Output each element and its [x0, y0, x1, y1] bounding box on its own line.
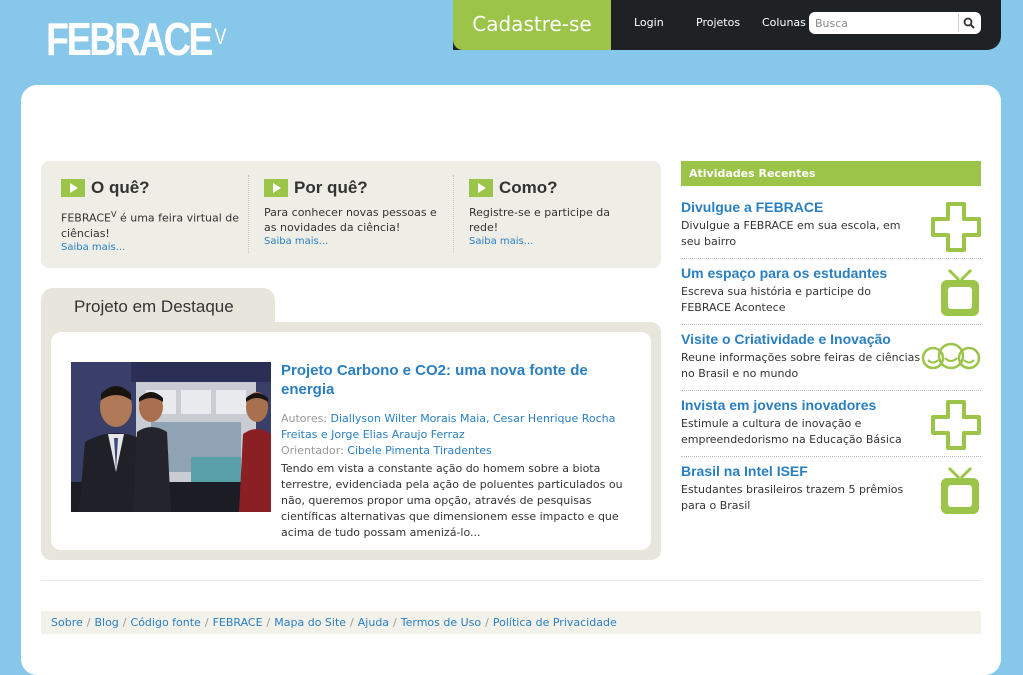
project-photo[interactable] [71, 362, 271, 512]
plus-icon [931, 202, 981, 252]
divider [453, 175, 455, 253]
activity-item: Visite o Criatividade e Inovação Reune i… [681, 330, 981, 396]
authors-link[interactable]: Diallyson Wilter Morais Maia, Cesar Henr… [281, 412, 615, 441]
separator: / [350, 616, 354, 629]
nav-colunas[interactable]: Colunas [762, 16, 806, 29]
intro-what-more-link[interactable]: Saiba mais... [61, 241, 241, 255]
separator: / [485, 616, 489, 629]
nav-projetos[interactable]: Projetos [696, 16, 740, 29]
recent-activities: Atividades Recentes Divulgue a FEBRACE D… [681, 161, 981, 514]
plus-icon [931, 400, 981, 450]
search-input[interactable] [815, 15, 955, 31]
featured-card: Projeto Carbono e CO2: uma nova fonte de… [51, 332, 651, 550]
activity-desc: Estimule a cultura de inovação e empreen… [681, 417, 902, 446]
play-icon [264, 179, 288, 197]
play-icon [469, 179, 493, 197]
intro-box: O quê? FEBRACEV é uma feira virtual de c… [41, 161, 661, 268]
separator: / [393, 616, 397, 629]
activity-item: Um espaço para os estudantes Escreva sua… [681, 264, 981, 330]
activity-desc: Divulgue a FEBRACE em sua escola, em seu… [681, 219, 901, 248]
activity-desc: Reune informações sobre feiras de ciênci… [681, 351, 921, 380]
separator: / [266, 616, 271, 629]
activity-item: Divulgue a FEBRACE Divulgue a FEBRACE em… [681, 198, 981, 264]
separator: / [204, 616, 209, 629]
divider [681, 390, 981, 391]
divider [681, 258, 981, 259]
tv-icon [941, 268, 979, 316]
intro-how-more-link[interactable]: Saiba mais... [469, 235, 639, 249]
footer-link-mapa-do-site[interactable]: Mapa do Site [274, 616, 346, 629]
featured-tab-label: Projeto em Destaque [74, 297, 234, 316]
intro-why-more-link[interactable]: Saiba mais... [264, 235, 444, 249]
faces-icon [921, 342, 981, 370]
footer-link-sobre[interactable]: Sobre [51, 616, 83, 629]
search-button[interactable] [958, 14, 979, 32]
intro-why: Por quê? Para conhecer novas pessoas e a… [264, 177, 444, 249]
advisor-link[interactable]: Cibele Pimenta Tiradentes [347, 444, 492, 457]
featured-project-title[interactable]: Projeto Carbono e CO2: uma nova fonte de… [281, 361, 631, 399]
recent-activities-header: Atividades Recentes [681, 161, 981, 186]
intro-what-title: O quê? [91, 178, 150, 197]
footer-link-politica-de-privacidade[interactable]: Política de Privacidade [493, 616, 617, 629]
separator: / [86, 616, 91, 629]
footer-link-febrace[interactable]: FEBRACE [213, 616, 263, 629]
activity-desc: Escreva sua história e participe do FEBR… [681, 285, 872, 314]
footer-link-termos-de-uso[interactable]: Termos de Uso [401, 616, 481, 629]
footer-link-ajuda[interactable]: Ajuda [358, 616, 389, 629]
activity-title[interactable]: Um espaço para os estudantes [681, 264, 981, 282]
footer-links: Sobre / Blog / Código fonte / FEBRACE / Mapa do … [41, 611, 981, 634]
search-box [809, 12, 981, 34]
activity-desc: Estudantes brasileiros trazem 5 prêmios … [681, 483, 904, 512]
featured-description: Tendo em vista a constante ação do homem… [281, 462, 623, 539]
nav-login[interactable]: Login [634, 16, 664, 29]
intro-what-text: FEBRACEV é uma feira virtual de ciências… [61, 210, 240, 240]
featured-authors: Autores: Diallyson Wilter Morais Maia, C… [281, 412, 616, 441]
footer-divider [41, 580, 981, 581]
activity-item: Invista em jovens inovadores Estimule a … [681, 396, 981, 462]
logo-superscript: V [214, 24, 227, 49]
search-icon [963, 17, 975, 29]
activity-item: Brasil na Intel ISEF Estudantes brasilei… [681, 462, 981, 528]
divider [681, 456, 981, 457]
footer-link-codigo-fonte[interactable]: Código fonte [131, 616, 201, 629]
activity-title[interactable]: Brasil na Intel ISEF [681, 462, 981, 480]
footer-link-blog[interactable]: Blog [94, 616, 118, 629]
featured-advisor: Orientador: Cibele Pimenta Tiradentes [281, 444, 492, 457]
intro-why-title: Por quê? [294, 178, 368, 197]
intro-how-title: Como? [499, 178, 558, 197]
logo-text: FEBRACE [46, 13, 214, 65]
intro-why-text: Para conhecer novas pessoas e as novidad… [264, 206, 437, 234]
intro-how-text: Registre-se e participe da rede! [469, 206, 610, 234]
intro-what: O quê? FEBRACEV é uma feira virtual de c… [61, 177, 241, 255]
featured-project: Projeto Carbono e CO2: uma nova fonte de… [41, 322, 661, 560]
febrace-logo[interactable]: FEBRACE V [46, 13, 227, 65]
tv-icon [941, 466, 979, 514]
intro-how: Como? Registre-se e participe da rede! S… [469, 177, 639, 249]
divider [248, 175, 250, 253]
divider [681, 324, 981, 325]
cadastre-se-button[interactable]: Cadastre-se [453, 0, 611, 50]
separator: / [122, 616, 127, 629]
play-icon [61, 179, 85, 197]
